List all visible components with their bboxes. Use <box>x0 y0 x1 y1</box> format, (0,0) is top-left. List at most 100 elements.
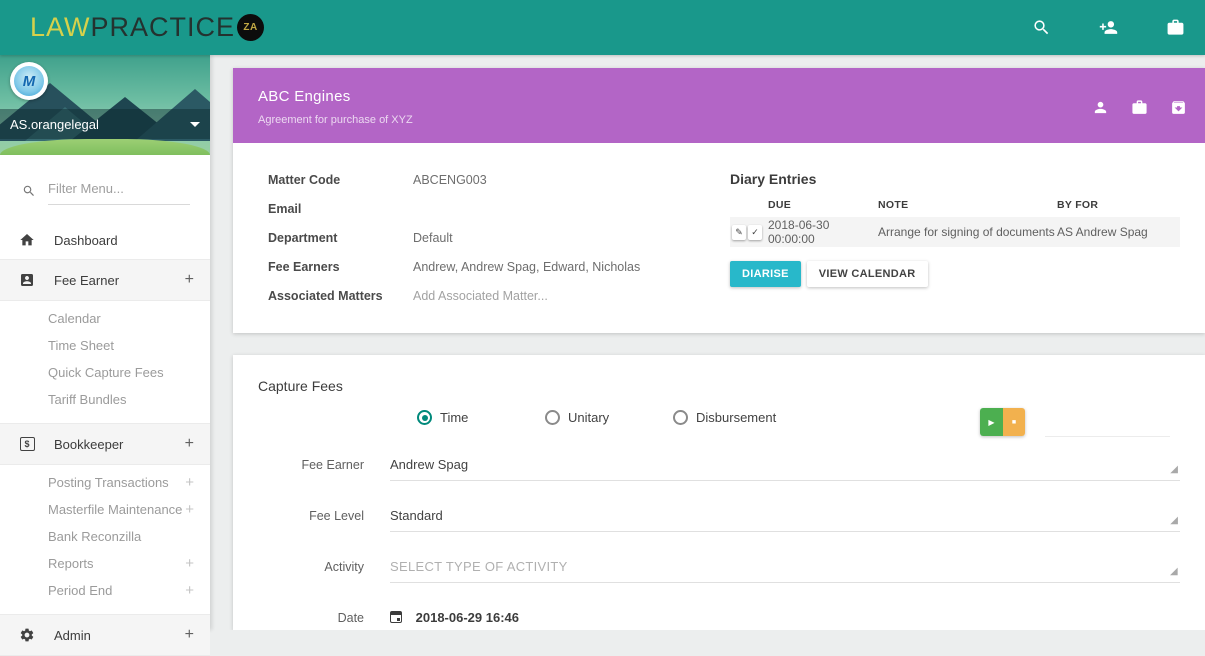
capture-fees-card: Capture Fees Time Unitary Disbursement ▶… <box>233 355 1205 630</box>
radio-button-icon[interactable] <box>417 410 432 425</box>
radio-label: Disbursement <box>696 410 776 425</box>
sidebar: M AS.orangelegal Dashboard Fee Earner + … <box>0 55 210 630</box>
briefcase-icon[interactable] <box>1155 8 1195 48</box>
sidebar-item-label: Quick Capture Fees <box>48 365 164 380</box>
dropdown-handle-icon[interactable]: ◢ <box>1170 464 1178 475</box>
search-icon[interactable] <box>1021 8 1061 48</box>
diary-table-row: ✎✓ 2018-06-30 00:00:00 Arrange for signi… <box>730 217 1180 247</box>
field-value: Standard <box>390 508 443 523</box>
sidebar-item-dashboard[interactable]: Dashboard <box>0 221 210 259</box>
sidebar-item-quick-capture-fees[interactable]: Quick Capture Fees <box>0 359 210 386</box>
field-placeholder: SELECT TYPE OF ACTIVITY <box>390 559 568 574</box>
diarise-button[interactable]: DIARISE <box>730 261 801 287</box>
briefcase-icon[interactable] <box>1126 94 1152 120</box>
date-picker-field[interactable]: 2018-06-29 16:46 <box>390 604 1180 630</box>
username-label: AS.orangelegal <box>10 117 99 132</box>
column-header-by-for: BY FOR <box>1057 199 1180 211</box>
field-value: ABCENG003 <box>413 173 487 187</box>
sidebar-item-calendar[interactable]: Calendar <box>0 305 210 332</box>
expand-plus-icon[interactable]: + <box>185 626 194 644</box>
add-associated-matter-link[interactable]: Add Associated Matter... <box>413 289 548 303</box>
diary-entries-panel: Diary Entries DUE NOTE BY FOR ✎✓ 2018-06… <box>730 171 1180 287</box>
main-content: ABC Engines Agreement for purchase of XY… <box>210 55 1205 630</box>
radio-unitary[interactable]: Unitary <box>545 410 673 425</box>
fee-earner-sublist: Calendar Time Sheet Quick Capture Fees T… <box>0 301 210 423</box>
home-icon <box>16 232 38 248</box>
fee-level-select[interactable]: Standard ◢ <box>390 502 1180 532</box>
logo-law-text: LAW <box>30 12 91 43</box>
sidebar-item-label: Period End <box>48 583 112 598</box>
dropdown-handle-icon[interactable]: ◢ <box>1170 515 1178 526</box>
expand-plus-icon[interactable]: + <box>185 555 194 572</box>
matter-fields: Matter Code ABCENG003 Email Department D… <box>268 165 698 310</box>
diary-cell-due: 2018-06-30 00:00:00 <box>768 218 878 246</box>
sidebar-item-fee-earner[interactable]: Fee Earner + <box>0 259 210 301</box>
mountain-art-grass <box>0 139 210 155</box>
activity-select[interactable]: SELECT TYPE OF ACTIVITY ◢ <box>390 553 1180 583</box>
form-row-fee-earner: Fee Earner Andrew Spag ◢ <box>233 451 1180 481</box>
matter-banner: ABC Engines Agreement for purchase of XY… <box>233 68 1205 143</box>
field-label: Fee Earners <box>268 260 413 274</box>
add-person-icon[interactable] <box>1088 8 1128 48</box>
sidebar-item-label: Reports <box>48 556 94 571</box>
expand-plus-icon[interactable]: + <box>185 435 194 453</box>
diary-cell-by-for: AS Andrew Spag <box>1057 225 1180 239</box>
sidebar-item-label: Tariff Bundles <box>48 392 127 407</box>
play-icon[interactable]: ▶ <box>980 408 1003 436</box>
chevron-down-icon <box>190 122 200 127</box>
gear-icon <box>16 627 38 643</box>
sidebar-item-label: Posting Transactions <box>48 475 169 490</box>
person-icon[interactable] <box>1087 94 1113 120</box>
column-header-note: NOTE <box>878 199 1057 211</box>
sidebar-item-bank-reconzilla[interactable]: Bank Reconzilla <box>0 523 210 550</box>
capture-fees-form: Fee Earner Andrew Spag ◢ Fee Level Stand… <box>233 451 1180 630</box>
radio-time[interactable]: Time <box>417 410 545 425</box>
matter-card: ABC Engines Agreement for purchase of XY… <box>233 68 1205 333</box>
sidebar-item-bookkeeper[interactable]: $ Bookkeeper + <box>0 423 210 465</box>
expand-plus-icon[interactable]: + <box>185 474 194 491</box>
radio-label: Time <box>440 410 468 425</box>
radio-disbursement[interactable]: Disbursement <box>673 410 801 425</box>
profile-account-switcher[interactable]: AS.orangelegal <box>0 109 210 139</box>
edit-pencil-icon[interactable]: ✎ <box>732 225 746 240</box>
filter-menu-input[interactable] <box>48 177 190 205</box>
dropdown-handle-icon[interactable]: ◢ <box>1170 566 1178 577</box>
fee-type-radio-group: Time Unitary Disbursement <box>417 410 801 425</box>
sidebar-nav: Dashboard Fee Earner + Calendar Time She… <box>0 221 210 656</box>
archive-icon[interactable] <box>1165 94 1191 120</box>
sidebar-item-masterfile-maintenance[interactable]: Masterfile Maintenance + <box>0 496 210 523</box>
sidebar-item-reports[interactable]: Reports + <box>0 550 210 577</box>
top-app-bar: LAWPRACTICE za <box>0 0 1205 55</box>
field-value: 2018-06-29 16:46 <box>416 610 519 625</box>
field-label: Date <box>233 604 390 630</box>
field-label: Activity <box>233 553 390 583</box>
fee-earner-select[interactable]: Andrew Spag ◢ <box>390 451 1180 481</box>
stop-icon[interactable]: ■ <box>1003 408 1025 436</box>
form-row-activity: Activity SELECT TYPE OF ACTIVITY ◢ <box>233 553 1180 583</box>
timer-duration-input[interactable] <box>1045 411 1170 437</box>
radio-button-icon[interactable] <box>673 410 688 425</box>
logo-za-badge: za <box>237 14 264 41</box>
expand-plus-icon[interactable]: + <box>185 271 194 289</box>
form-row-fee-level: Fee Level Standard ◢ <box>233 502 1180 532</box>
field-label: Matter Code <box>268 173 413 187</box>
avatar[interactable]: M <box>10 62 48 100</box>
expand-plus-icon[interactable]: + <box>185 501 194 518</box>
sidebar-item-posting-transactions[interactable]: Posting Transactions + <box>0 469 210 496</box>
sidebar-item-tariff-bundles[interactable]: Tariff Bundles <box>0 386 210 413</box>
field-value: Andrew, Andrew Spag, Edward, Nicholas <box>413 260 640 274</box>
sidebar-item-admin[interactable]: Admin + <box>0 614 210 656</box>
calendar-icon[interactable] <box>390 611 402 623</box>
diary-entries-title: Diary Entries <box>730 171 1180 187</box>
expand-plus-icon[interactable]: + <box>185 582 194 599</box>
sidebar-item-period-end[interactable]: Period End + <box>0 577 210 604</box>
sidebar-item-label: Dashboard <box>54 233 118 248</box>
check-icon[interactable]: ✓ <box>748 225 762 240</box>
sidebar-item-label: Time Sheet <box>48 338 114 353</box>
radio-button-icon[interactable] <box>545 410 560 425</box>
profile-panel: M AS.orangelegal <box>0 55 210 155</box>
sidebar-item-time-sheet[interactable]: Time Sheet <box>0 332 210 359</box>
view-calendar-button[interactable]: VIEW CALENDAR <box>807 261 928 287</box>
field-row-associated-matters: Associated Matters Add Associated Matter… <box>268 281 698 310</box>
field-row-department: Department Default <box>268 223 698 252</box>
